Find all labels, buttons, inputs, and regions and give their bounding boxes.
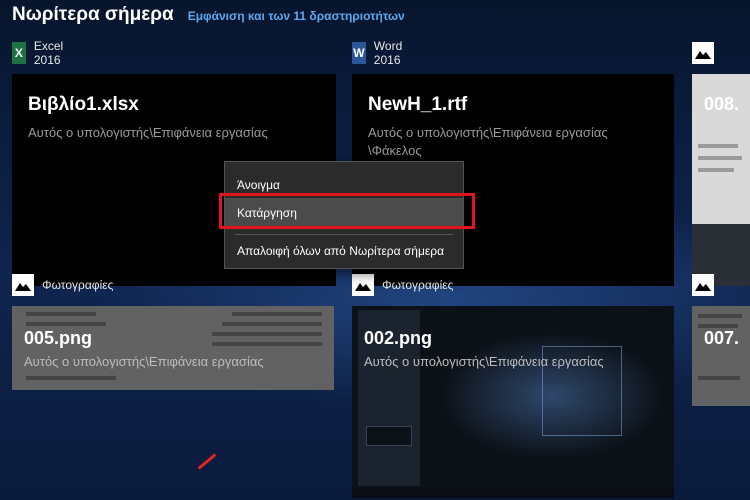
file-title: Βιβλίο1.xlsx <box>28 94 139 115</box>
file-title: 008. <box>704 94 740 114</box>
thumbnail-overlay <box>692 306 750 406</box>
menu-divider <box>235 234 453 235</box>
file-title: 005.png <box>24 328 93 348</box>
card-preview[interactable]: 002.png Αυτός ο υπολογιστής\Επιφάνεια ερ… <box>352 306 674 498</box>
menu-item-clear-all[interactable]: Απαλοιφή όλων από Νωρίτερα σήμερα <box>225 236 463 266</box>
excel-icon: X <box>12 42 26 64</box>
word-icon: W <box>352 42 366 64</box>
app-name: Φωτογραφίες <box>42 278 114 292</box>
photos-icon <box>12 274 34 296</box>
card-header <box>692 274 714 296</box>
card-header: Φωτογραφίες <box>12 274 113 296</box>
file-path-line1: Αυτός ο υπολογιστής\Επιφάνεια εργασίας <box>368 125 608 140</box>
card-header: W Word 2016 <box>352 39 410 67</box>
section-title: Νωρίτερα σήμερα <box>12 4 174 25</box>
app-name: Φωτογραφίες <box>382 278 454 292</box>
timeline-header: Νωρίτερα σήμερα Εμφάνιση και των 11 δρασ… <box>12 4 405 30</box>
file-title: 007. <box>704 328 740 348</box>
photos-icon <box>692 42 714 64</box>
photos-icon <box>352 274 374 296</box>
card-header: X Excel 2016 <box>12 39 71 67</box>
file-path-line2: \Φάκελος <box>368 143 422 158</box>
card-preview[interactable]: 008. <box>692 74 750 286</box>
file-title: NewH_1.rtf <box>368 94 468 115</box>
card-preview[interactable]: 007. <box>692 306 750 406</box>
app-name: Word 2016 <box>373 39 403 67</box>
file-path: Αυτός ο υπολογιστής\Επιφάνεια εργασίας <box>24 354 264 369</box>
file-title: 002.png <box>364 328 433 348</box>
photos-icon <box>692 274 714 296</box>
show-all-activities-link[interactable]: Εμφάνιση και των 11 δραστηριοτήτων <box>188 9 405 23</box>
file-path: Αυτός ο υπολογιστής\Επιφάνεια εργασίας \… <box>368 124 608 160</box>
file-path: Αυτός ο υπολογιστής\Επιφάνεια εργασίας <box>28 125 268 140</box>
annotation-highlight <box>219 193 475 229</box>
app-name: Excel 2016 <box>33 39 64 67</box>
card-header: Φωτογραφίες <box>352 274 453 296</box>
card-header <box>692 42 714 64</box>
card-preview[interactable]: 005.png Αυτός ο υπολογιστής\Επιφάνεια ερ… <box>12 306 334 390</box>
file-path: Αυτός ο υπολογιστής\Επιφάνεια εργασίας <box>364 354 604 369</box>
